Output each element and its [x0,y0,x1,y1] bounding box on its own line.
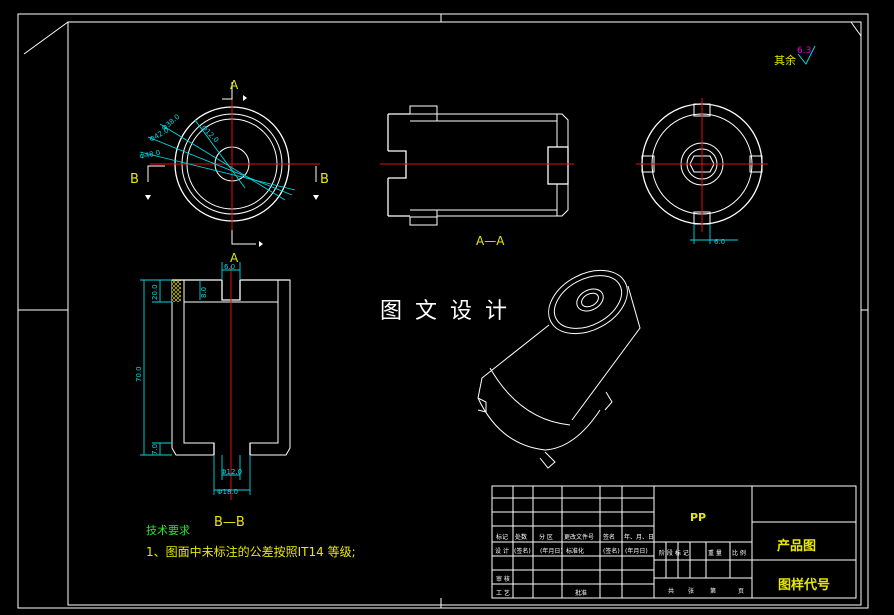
dim-right-6: 6.0 [714,238,725,246]
section-mark-b-left: B [130,172,139,187]
right-view [636,98,768,244]
section-mark-a-top: A [230,78,239,92]
svg-text:(年月日): (年月日) [625,547,648,555]
dim-bb-hole-inner: Φ12.0 [221,468,242,476]
svg-text:张: 张 [688,587,694,595]
svg-text:(签名): (签名) [514,547,531,555]
svg-text:设 计: 设 计 [495,547,509,555]
svg-text:第: 第 [710,587,716,595]
section-bb-title: B—B [214,515,245,530]
svg-text:(年月日): (年月日) [540,547,563,555]
svg-text:签名: 签名 [603,533,615,541]
front-view [139,82,320,247]
svg-text:批准: 批准 [575,589,587,597]
dim-d48: Φ48.0 [139,149,161,161]
roughness-symbol: 其余 6.3 [774,45,816,67]
drawing-sheet: 其余 6.3 A A B B Φ48.0 Φ42.0 Φ38.0 Φ12.0 A… [17,13,869,609]
svg-text:其余: 其余 [774,53,796,67]
tech-req-item1: 1、图面中未标注的公差按照IT14 等级; [146,544,356,559]
section-aa-title: A—A [476,234,505,248]
svg-text:标准化: 标准化 [566,547,584,555]
section-bb-view [140,262,291,500]
watermark-text: 图 文 设 计 [380,299,510,324]
svg-text:页: 页 [738,588,744,595]
svg-text:分 区: 分 区 [539,533,553,541]
svg-text:更改文件号: 更改文件号 [564,533,594,541]
svg-text:处数: 处数 [515,533,527,541]
dim-d38: Φ38.0 [160,113,181,133]
isometric-view [477,269,641,469]
dim-d12: Φ12.0 [200,124,221,145]
dim-bb-total: 70.0 [135,366,143,382]
svg-text:重 量: 重 量 [708,549,722,557]
drawing-code: 图样代号 [778,577,830,593]
material-label: PP [690,511,706,524]
svg-text:6.3: 6.3 [797,46,811,56]
dim-bb-bottom: 7.0 [151,444,159,455]
svg-text:年、月、日: 年、月、日 [624,533,654,541]
svg-text:比 例: 比 例 [732,549,746,557]
svg-text:标记: 标记 [496,533,508,541]
dim-bb-hole-outer: Φ18.0 [217,488,238,496]
drawing-name: 产品图 [777,538,816,554]
dim-bb-upper: 20.0 [151,284,159,300]
section-aa-view [380,105,574,226]
section-mark-b-right: B [320,172,329,187]
svg-text:共: 共 [668,587,674,595]
svg-text:审 核: 审 核 [496,575,510,583]
svg-text:工 艺: 工 艺 [496,589,510,597]
dim-bb-slot-depth: 8.0 [200,287,208,298]
dim-bb-slot-width: 6.0 [224,263,235,271]
svg-text:(签名): (签名) [603,547,620,555]
svg-text:阶 段 标 记: 阶 段 标 记 [659,549,689,557]
tech-req-title: 技术要求 [146,524,190,537]
